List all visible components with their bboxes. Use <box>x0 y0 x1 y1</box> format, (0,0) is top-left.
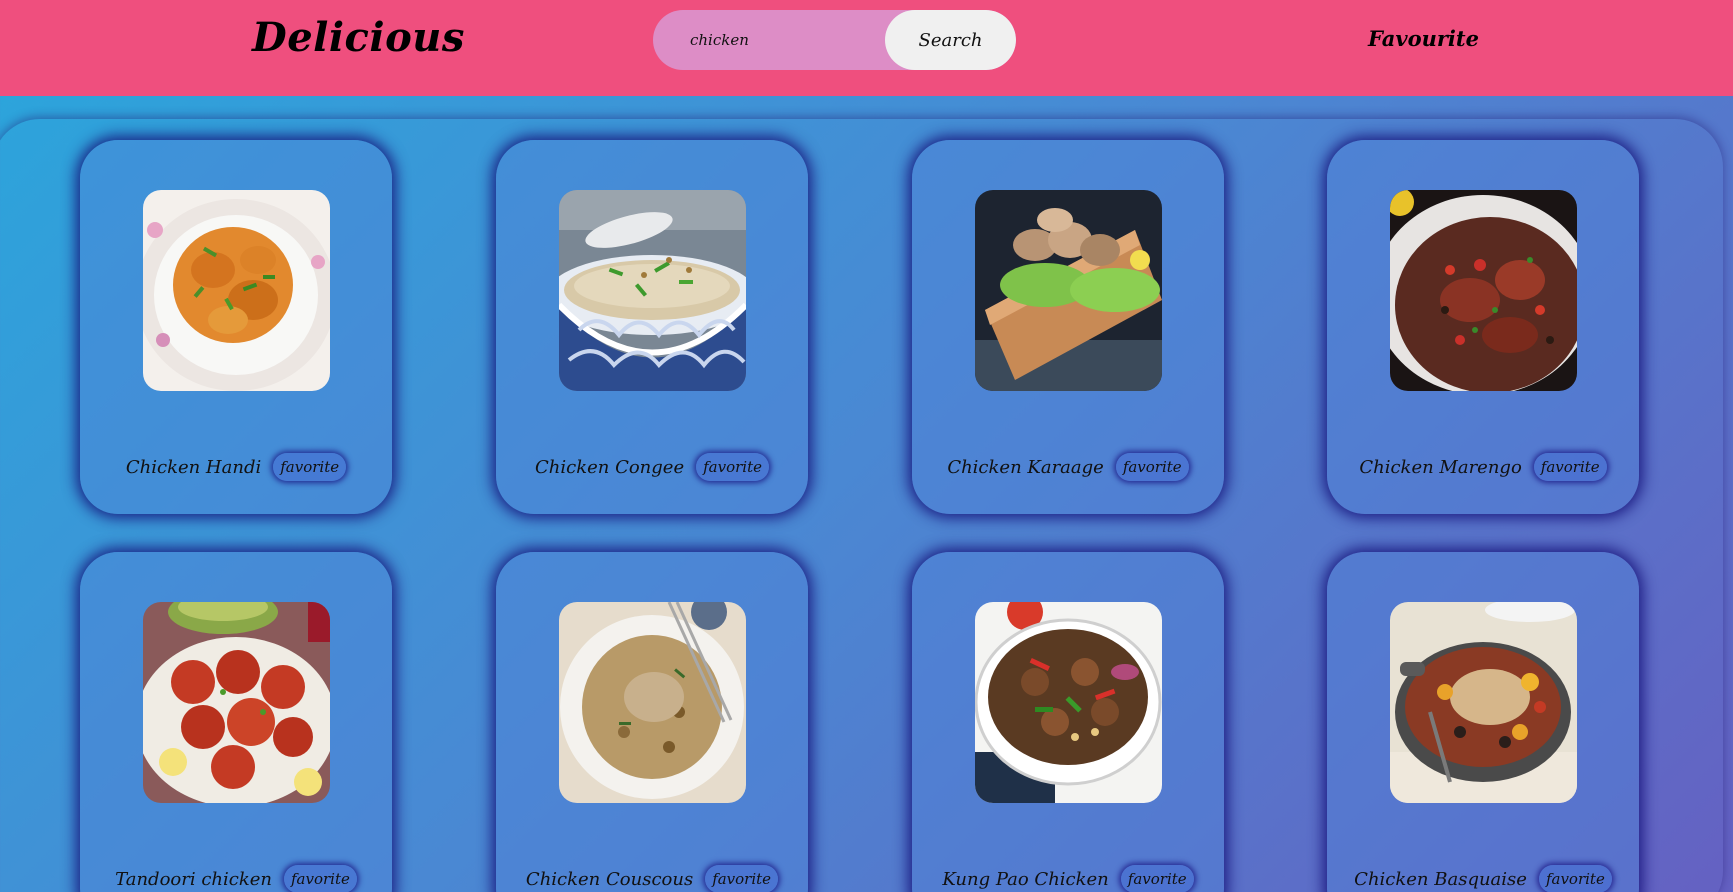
top-header: Delicious Search Favourite <box>0 0 1733 96</box>
recipe-title: Chicken Couscous <box>525 868 694 890</box>
recipe-card[interactable]: Chicken Congee favorite <box>496 140 808 514</box>
favorite-button[interactable]: favorite <box>1533 453 1607 481</box>
favorite-button[interactable]: favorite <box>284 865 357 892</box>
brand-logo[interactable]: Delicious <box>252 14 465 61</box>
favorite-button[interactable]: favorite <box>1538 865 1612 892</box>
recipe-card[interactable]: Tandoori chicken favorite <box>80 552 392 892</box>
recipe-image <box>975 190 1162 391</box>
recipe-card[interactable]: Chicken Couscous favorite <box>496 552 808 892</box>
search-input[interactable] <box>653 10 888 70</box>
search-button[interactable]: Search <box>885 10 1016 70</box>
recipe-image <box>143 602 330 803</box>
recipe-image <box>1390 190 1577 391</box>
favorite-button[interactable]: favorite <box>705 865 779 892</box>
recipe-image <box>1390 602 1577 803</box>
favorite-button[interactable]: favorite <box>273 453 347 481</box>
recipe-card[interactable]: Kung Pao Chicken favorite <box>912 552 1224 892</box>
recipe-title: Kung Pao Chicken <box>942 868 1109 890</box>
favorite-button[interactable]: favorite <box>696 453 769 481</box>
recipe-image <box>559 602 746 803</box>
recipe-card[interactable]: Chicken Handi favorite <box>80 140 392 514</box>
recipe-card[interactable]: Chicken Karaage favorite <box>912 140 1224 514</box>
recipe-image <box>975 602 1162 803</box>
recipe-image <box>559 190 746 391</box>
recipe-card[interactable]: Chicken Marengo favorite <box>1327 140 1639 514</box>
recipe-title: Chicken Marengo <box>1359 456 1522 478</box>
recipe-title: Chicken Karaage <box>947 456 1104 478</box>
recipe-title: Chicken Basquaise <box>1354 868 1527 890</box>
recipe-title: Tandoori chicken <box>115 868 272 890</box>
favorite-button[interactable]: favorite <box>1115 453 1189 481</box>
favorite-button[interactable]: favorite <box>1120 865 1194 892</box>
recipe-card[interactable]: Chicken Basquaise favorite <box>1327 552 1639 892</box>
recipe-image <box>143 190 330 391</box>
recipe-title: Chicken Congee <box>535 456 685 478</box>
search-bar: Search <box>653 10 1016 70</box>
recipe-title: Chicken Handi <box>125 456 262 478</box>
favourite-link[interactable]: Favourite <box>1368 26 1479 51</box>
